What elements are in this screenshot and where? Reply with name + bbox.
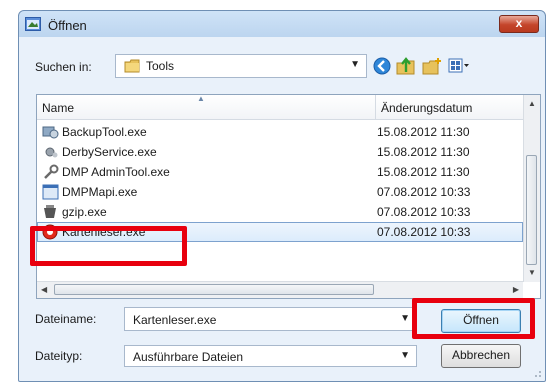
file-name: DMPMapi.exe — [62, 185, 138, 199]
chevron-down-icon: ▼ — [350, 59, 360, 70]
view-menu-icon[interactable] — [448, 57, 470, 75]
look-in-value: Tools — [146, 59, 175, 73]
file-name: DMP AdminTool.exe — [62, 165, 170, 179]
vertical-scrollbar[interactable]: ▲ ▼ — [523, 95, 540, 282]
back-icon[interactable] — [373, 57, 391, 75]
file-row[interactable]: DerbyService.exe 15.08.2012 11:30 — [37, 142, 523, 162]
file-date: 07.08.2012 10:33 — [377, 205, 471, 219]
file-row[interactable]: DMP AdminTool.exe 15.08.2012 11:30 — [37, 162, 523, 182]
admin-tool-icon — [44, 164, 59, 179]
scroll-up-icon[interactable]: ▲ — [528, 99, 536, 108]
folder-icon — [124, 59, 140, 73]
file-row-selected[interactable]: Kartenleser.exe 07.08.2012 10:33 — [37, 222, 523, 242]
file-row[interactable]: gzip.exe 07.08.2012 10:33 — [37, 202, 523, 222]
new-folder-icon[interactable] — [422, 57, 442, 75]
chevron-down-icon[interactable]: ▼ — [400, 313, 410, 324]
column-date-label: Änderungsdatum — [381, 101, 473, 115]
backup-tool-icon — [42, 126, 59, 139]
close-icon: x — [515, 16, 523, 30]
horizontal-scrollbar[interactable]: ◀ ▶ — [37, 281, 523, 298]
file-date: 07.08.2012 10:33 — [377, 225, 471, 239]
file-row[interactable]: BackupTool.exe 15.08.2012 11:30 — [37, 122, 523, 142]
filename-input[interactable]: Kartenleser.exe ▼ — [124, 307, 417, 331]
horizontal-scroll-thumb[interactable] — [54, 284, 374, 295]
filetype-label: Dateityp: — [35, 349, 83, 363]
up-folder-icon[interactable] — [396, 57, 416, 75]
open-file-dialog: Öffnen x Suchen in: Tools ▼ Name ▲ Änder… — [18, 10, 546, 382]
file-name: Kartenleser.exe — [62, 225, 146, 239]
chevron-down-icon: ▼ — [400, 350, 410, 361]
application-icon — [42, 184, 59, 200]
scroll-down-icon[interactable]: ▼ — [528, 268, 536, 277]
file-date: 15.08.2012 11:30 — [377, 165, 470, 179]
file-row[interactable]: DMPMapi.exe 07.08.2012 10:33 — [37, 182, 523, 202]
card-reader-icon — [42, 224, 58, 240]
scroll-thumb[interactable] — [526, 155, 537, 265]
scroll-right-icon[interactable]: ▶ — [513, 285, 519, 294]
filetype-dropdown[interactable]: Ausführbare Dateien ▼ — [124, 345, 417, 367]
column-name-label: Name — [42, 101, 75, 115]
filetype-value: Ausführbare Dateien — [133, 350, 244, 364]
column-header-date[interactable]: Änderungsdatum — [376, 95, 523, 120]
file-date: 15.08.2012 11:30 — [377, 145, 470, 159]
file-name: gzip.exe — [62, 205, 107, 219]
sort-ascending-icon: ▲ — [197, 94, 205, 103]
open-dialog-icon — [25, 17, 41, 31]
file-date: 07.08.2012 10:33 — [377, 185, 471, 199]
open-button[interactable]: Öffnen — [441, 309, 521, 333]
close-button[interactable]: x — [499, 15, 539, 33]
file-list[interactable]: Name ▲ Änderungsdatum BackupTool.exe 15.… — [36, 94, 541, 299]
title-bar[interactable]: Öffnen x — [19, 11, 545, 39]
scroll-left-icon[interactable]: ◀ — [41, 285, 47, 294]
file-date: 15.08.2012 11:30 — [377, 125, 470, 139]
service-icon — [45, 147, 58, 158]
gzip-icon — [44, 205, 56, 218]
filename-label: Dateiname: — [35, 312, 97, 326]
column-header-name[interactable]: Name ▲ — [37, 95, 376, 120]
filename-value: Kartenleser.exe — [133, 313, 217, 327]
file-name: BackupTool.exe — [62, 125, 147, 139]
look-in-label: Suchen in: — [35, 60, 92, 74]
window-title: Öffnen — [48, 18, 87, 33]
resize-grip-icon[interactable] — [532, 368, 542, 378]
cancel-button[interactable]: Abbrechen — [441, 344, 521, 368]
look-in-dropdown[interactable]: Tools ▼ — [115, 54, 367, 78]
file-name: DerbyService.exe — [62, 145, 157, 159]
